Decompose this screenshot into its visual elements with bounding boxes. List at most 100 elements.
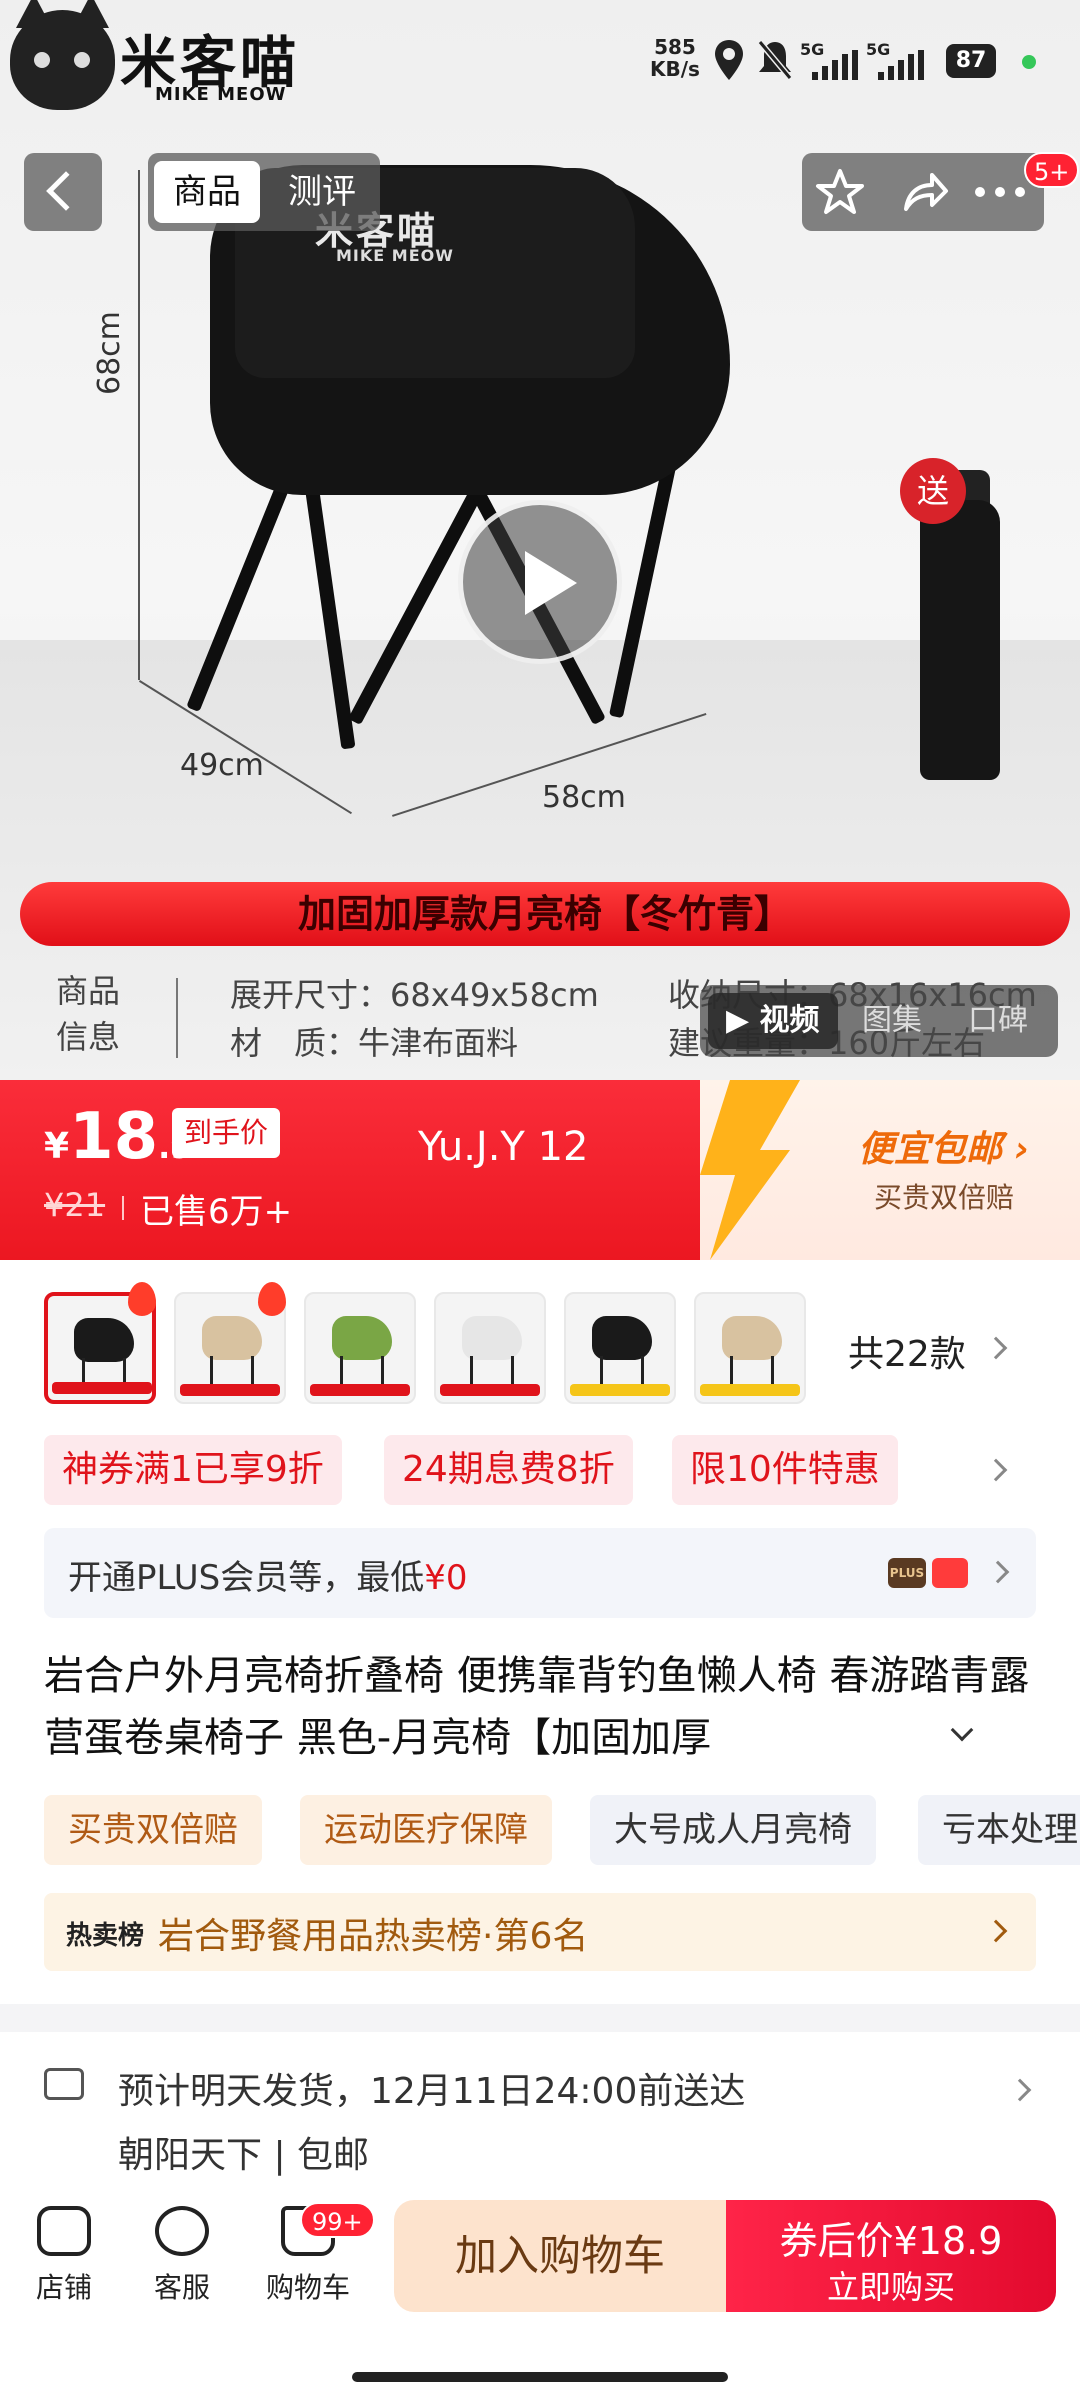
buy-now-price: 券后价¥18.9 (779, 2219, 1003, 2263)
network-speed: 585 KB/s (650, 35, 700, 81)
plus-membership-bar[interactable]: 开通PLUS会员等，最低¥0 PLUS (44, 1528, 1036, 1618)
back-button[interactable] (24, 153, 102, 231)
final-price: ¥18.9 (44, 1100, 193, 1174)
play-video-button[interactable] (458, 500, 622, 664)
info-divider (176, 978, 178, 1058)
lightning-icon (700, 1080, 800, 1260)
thumb-band (52, 1382, 152, 1394)
hot-flame-icon (258, 1282, 286, 1316)
depth-dimension: 49cm (180, 748, 264, 783)
variant-banner: 加固加厚款月亮椅【冬竹青】 (20, 882, 1070, 946)
ranking-text: 岩合野餐用品热卖榜·第6名 (158, 1916, 589, 1957)
storage-bag (920, 500, 1000, 780)
chevron-right-icon (984, 1919, 1008, 1943)
thumb-legs (600, 1356, 644, 1386)
thumb-band (180, 1384, 280, 1396)
customer-service-button[interactable]: 客服 (132, 2206, 232, 2306)
brand-logo-sub: MIKE MEOW (155, 84, 287, 105)
tag-price-guarantee[interactable]: 买贵双倍赔 (44, 1795, 262, 1865)
mute-icon (757, 40, 793, 80)
message-badge: 5+ (1024, 152, 1080, 188)
chevron-right-icon[interactable] (984, 1458, 1008, 1482)
media-tab-video[interactable]: ▶ 视频 (708, 993, 838, 1049)
chevron-right-icon[interactable] (1008, 2078, 1032, 2102)
add-to-cart-button[interactable]: 加入购物车 (394, 2200, 726, 2312)
thumb-chair (592, 1316, 652, 1360)
media-tab-reviews[interactable]: 口碑 (968, 985, 1028, 1057)
share-icon[interactable] (898, 167, 950, 217)
height-dimension: 68cm (92, 311, 127, 395)
promo-title[interactable]: 便宜包邮 › (858, 1120, 1029, 1172)
top-tabs: 商品 测评 (148, 153, 380, 231)
more-options-icon[interactable] (972, 179, 1028, 205)
thumb-legs (470, 1356, 514, 1386)
info-label: 商品 信息 (56, 972, 121, 1056)
thumb-band (570, 1384, 670, 1396)
variant-thumb[interactable] (694, 1292, 806, 1404)
product-title[interactable]: 岩合户外月亮椅折叠椅 便携靠背钓鱼懒人椅 春游踏青露营蛋卷桌椅子 黑色-月亮椅【… (44, 1645, 1044, 1769)
delivery-truck-icon (44, 2068, 84, 2100)
variant-thumb[interactable] (304, 1292, 416, 1404)
chevron-right-icon (986, 1560, 1010, 1584)
thumb-legs (210, 1356, 254, 1386)
buy-now-label: 立即购买 (826, 2268, 955, 2306)
tag-sports-insurance[interactable]: 运动医疗保障 (300, 1795, 552, 1865)
back-arrow-icon (46, 171, 86, 211)
tag-large-size[interactable]: 大号成人月亮椅 (590, 1795, 876, 1865)
coupon-limited[interactable]: 限10件特惠 (672, 1435, 898, 1505)
thumb-chair (74, 1318, 134, 1362)
thumb-legs (340, 1356, 384, 1386)
media-switcher: ▶ 视频 图集 口碑 (700, 985, 1058, 1057)
product-image-gallery[interactable]: 米客喵 MIKE MEOW 68cm 49cm 58cm 送 加固加厚款月亮椅【… (0, 0, 1080, 1080)
section-divider (0, 2004, 1080, 2032)
sold-count: 已售6万+ (140, 1192, 293, 1232)
variant-count[interactable]: 共22款 (848, 1325, 966, 1377)
chair-brand-sub-print: MIKE MEOW (336, 246, 454, 265)
info-unfolded-size: 展开尺寸：68x49x58cm (230, 976, 599, 1014)
thumb-band (440, 1384, 540, 1396)
coupon-installment[interactable]: 24期息费8折 (384, 1435, 633, 1505)
signal-bars-2-icon (878, 50, 926, 80)
bottom-action-bar: 店铺 客服 购物车 99+ 加入购物车 券后价¥18.9 立即购买 (0, 2182, 1080, 2332)
home-indicator[interactable] (352, 2372, 728, 2382)
thumb-chair (332, 1316, 392, 1360)
buy-now-button[interactable]: 券后价¥18.9 立即购买 (726, 2200, 1056, 2312)
media-tab-gallery[interactable]: 图集 (862, 985, 922, 1057)
location-icon (715, 40, 743, 80)
store-icon (37, 2206, 91, 2256)
tag-clearance[interactable]: 亏本处理 (918, 1795, 1080, 1865)
original-price: ¥21 (44, 1186, 106, 1224)
logo-eye (34, 52, 50, 68)
favorite-star-icon[interactable] (814, 167, 866, 217)
price-tag: 到手价 (172, 1108, 281, 1158)
hot-flame-icon (128, 1282, 156, 1316)
tab-review[interactable]: 测评 (272, 161, 372, 223)
delivery-estimate[interactable]: 预计明天发货，12月11日24:00前送达 (118, 2062, 745, 2114)
battery-indicator: 87 (946, 44, 996, 78)
gift-badge: 送 (900, 458, 966, 524)
tab-product[interactable]: 商品 (154, 161, 260, 223)
signal-bars-1-icon (812, 50, 860, 80)
top-actions (802, 153, 1044, 231)
play-icon (525, 551, 577, 615)
thumb-legs (730, 1356, 774, 1386)
store-button[interactable]: 店铺 (14, 2206, 114, 2306)
ranking-badge: 热卖榜 (66, 1921, 145, 1951)
sold-divider (122, 1196, 124, 1220)
info-material: 材 质：牛津布面料 (230, 1024, 519, 1062)
coupon-discount[interactable]: 神券满1已享9折 (44, 1435, 342, 1505)
thumb-chair (462, 1316, 522, 1360)
thumb-band (310, 1384, 410, 1396)
ranking-bar[interactable]: 热卖榜 岩合野餐用品热卖榜·第6名 (44, 1893, 1036, 1971)
width-dimension: 58cm (542, 780, 626, 815)
variant-thumb[interactable] (564, 1292, 676, 1404)
variant-thumb[interactable] (434, 1292, 546, 1404)
wallet-icon (932, 1558, 968, 1588)
delivery-origin: 朝阳天下 | 包邮 (118, 2135, 370, 2176)
battery-charging-dot (1022, 55, 1036, 69)
service-face-icon (155, 2206, 209, 2256)
brand-logo-cat-icon (10, 0, 115, 110)
plus-badge-icon: PLUS (888, 1558, 926, 1588)
user-watermark: Yu.J.Y 12 (418, 1124, 589, 1170)
status-bar: 米客喵 MIKE MEOW 585 KB/s 5G 5G 87 (0, 0, 1080, 130)
